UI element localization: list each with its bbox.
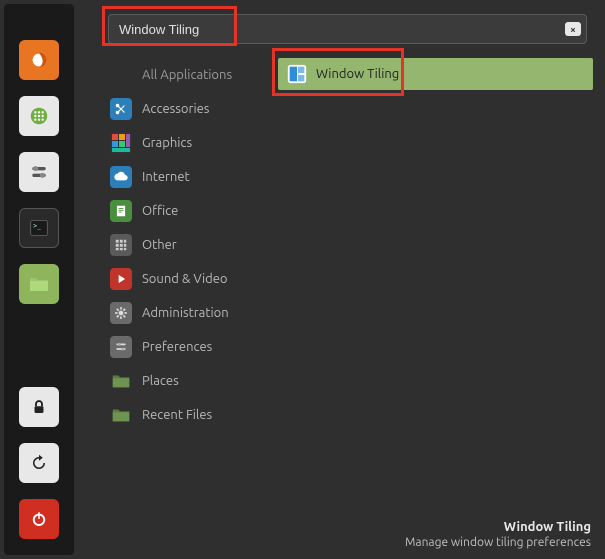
folder-icon bbox=[27, 272, 51, 296]
lock-icon bbox=[30, 398, 48, 416]
tooltip: Window Tiling Manage window tiling prefe… bbox=[405, 520, 591, 549]
launcher-lock[interactable] bbox=[19, 387, 59, 427]
terminal-icon: >_ bbox=[29, 218, 49, 238]
sliders-icon bbox=[110, 336, 132, 358]
launcher-panel: >_ bbox=[4, 4, 74, 555]
play-icon bbox=[110, 268, 132, 290]
menu-panel: × All Applications Accessories Graphics bbox=[74, 0, 605, 559]
categories-list: All Applications Accessories Graphics In… bbox=[108, 58, 272, 551]
launcher-files[interactable] bbox=[19, 264, 59, 304]
category-label: Accessories bbox=[142, 102, 209, 116]
launcher-terminal[interactable]: >_ bbox=[19, 208, 59, 248]
category-label: Recent Files bbox=[142, 408, 212, 422]
category-all-applications[interactable]: All Applications bbox=[108, 58, 272, 92]
category-label: Graphics bbox=[142, 136, 192, 150]
result-label: Window Tiling bbox=[316, 67, 399, 81]
tooltip-title: Window Tiling bbox=[405, 520, 591, 534]
search-wrap: × bbox=[108, 14, 587, 44]
scissors-icon bbox=[110, 98, 132, 120]
category-accessories[interactable]: Accessories bbox=[108, 92, 272, 126]
cloud-icon bbox=[110, 166, 132, 188]
results-list: Window Tiling bbox=[272, 58, 593, 551]
launcher-settings[interactable] bbox=[19, 152, 59, 192]
category-label: Places bbox=[142, 374, 179, 388]
category-label: Sound & Video bbox=[142, 272, 228, 286]
category-label: Other bbox=[142, 238, 177, 252]
launcher-restart[interactable] bbox=[19, 443, 59, 483]
search-input[interactable] bbox=[108, 14, 587, 44]
category-internet[interactable]: Internet bbox=[108, 160, 272, 194]
launcher-shutdown[interactable] bbox=[19, 499, 59, 539]
category-label: Internet bbox=[142, 170, 190, 184]
close-icon: × bbox=[570, 24, 576, 35]
svg-text:>_: >_ bbox=[33, 222, 41, 230]
rainbow-icon bbox=[110, 132, 132, 154]
category-label: Preferences bbox=[142, 340, 212, 354]
category-administration[interactable]: Administration bbox=[108, 296, 272, 330]
category-label: Office bbox=[142, 204, 178, 218]
search-clear-button[interactable]: × bbox=[565, 22, 581, 36]
category-places[interactable]: Places bbox=[108, 364, 272, 398]
category-label: All Applications bbox=[142, 68, 232, 82]
firefox-icon bbox=[28, 49, 50, 71]
category-graphics[interactable]: Graphics bbox=[108, 126, 272, 160]
category-label: Administration bbox=[142, 306, 229, 320]
toggles-icon bbox=[29, 162, 49, 182]
launcher-firefox[interactable] bbox=[19, 40, 59, 80]
restart-icon bbox=[30, 454, 48, 472]
folder-icon bbox=[110, 370, 132, 392]
power-icon bbox=[30, 510, 48, 528]
result-window-tiling[interactable]: Window Tiling bbox=[278, 58, 593, 90]
category-other[interactable]: Other bbox=[108, 228, 272, 262]
category-sound-video[interactable]: Sound & Video bbox=[108, 262, 272, 296]
apps-grid-icon bbox=[28, 105, 50, 127]
document-icon bbox=[110, 200, 132, 222]
launcher-apps[interactable] bbox=[19, 96, 59, 136]
folder-icon bbox=[110, 404, 132, 426]
gear-icon bbox=[110, 302, 132, 324]
window-tiling-icon bbox=[286, 63, 308, 85]
tooltip-desc: Manage window tiling preferences bbox=[405, 536, 591, 549]
category-office[interactable]: Office bbox=[108, 194, 272, 228]
category-preferences[interactable]: Preferences bbox=[108, 330, 272, 364]
grid-icon bbox=[110, 234, 132, 256]
category-recent-files[interactable]: Recent Files bbox=[108, 398, 272, 432]
